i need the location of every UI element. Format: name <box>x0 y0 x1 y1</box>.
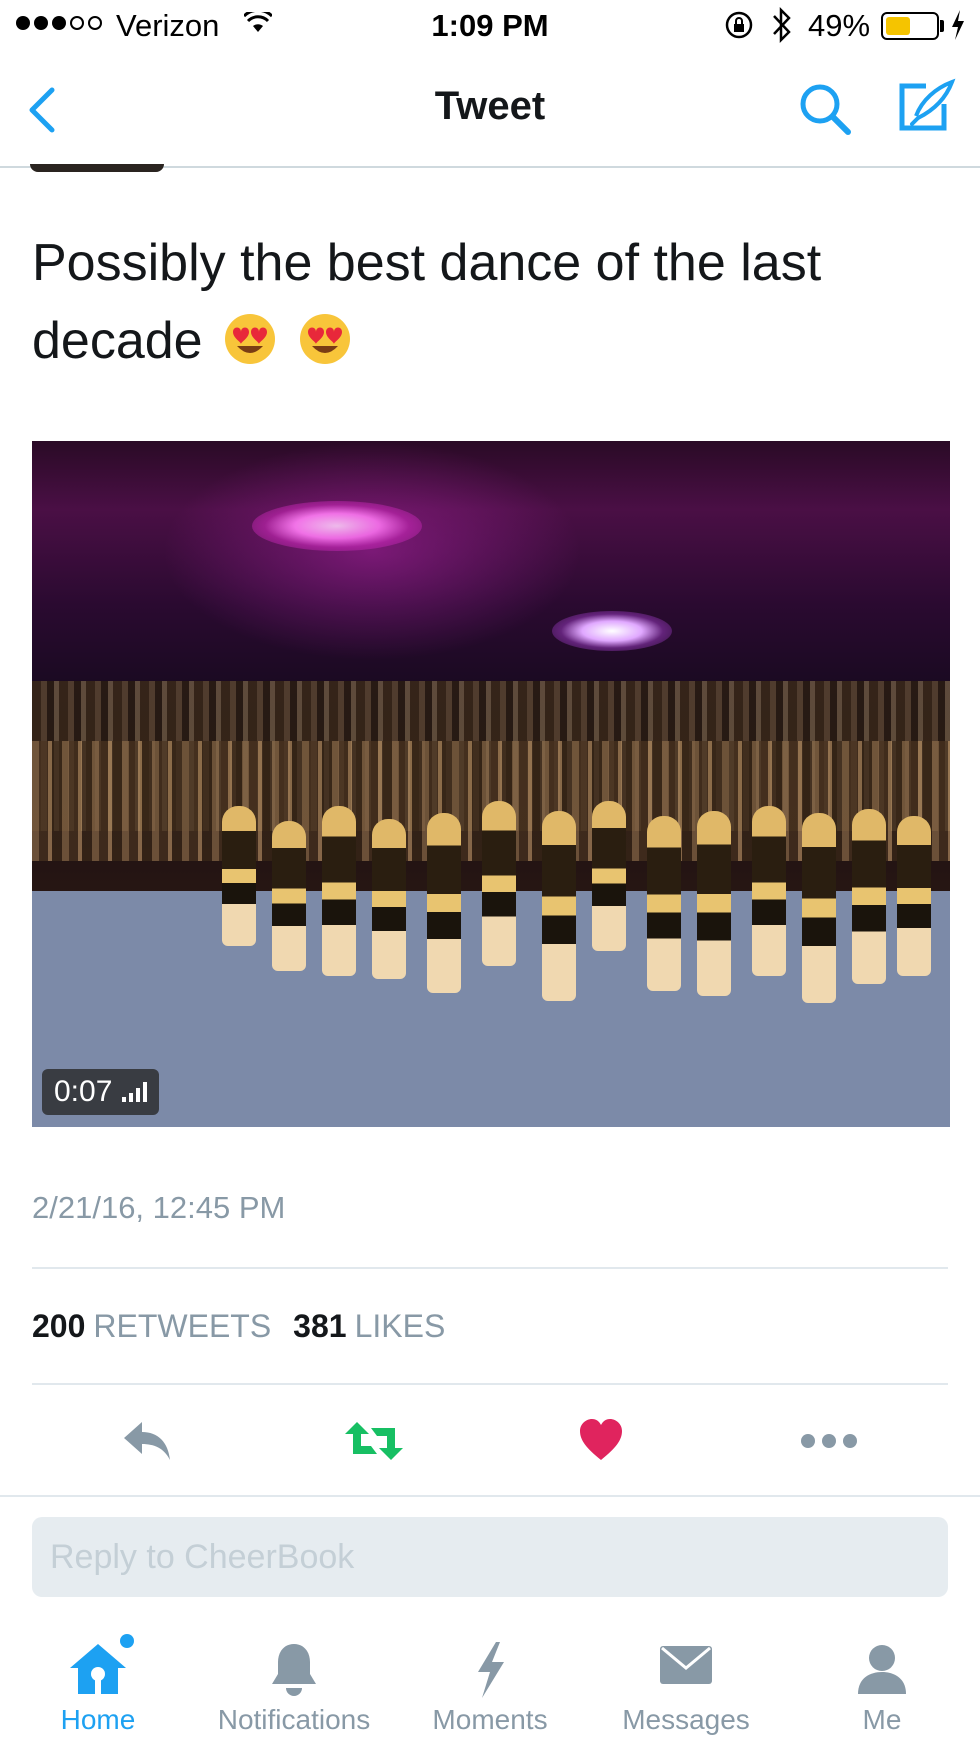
bluetooth-icon <box>773 6 791 44</box>
tweet-text: Possibly the best dance of the last deca… <box>32 224 852 380</box>
envelope-icon <box>660 1646 712 1684</box>
lightning-icon <box>478 1642 504 1698</box>
tab-label-notifications: Notifications <box>217 1704 371 1735</box>
video-duration-badge: 0:07 <box>42 1069 160 1115</box>
divider <box>0 1495 980 1497</box>
tab-label-home: Home <box>60 1704 136 1735</box>
tweet-body: Possibly the best dance of the last deca… <box>32 234 822 370</box>
person-icon <box>858 1645 906 1694</box>
divider <box>32 1267 948 1269</box>
tab-label-me: Me <box>862 1704 902 1735</box>
navigation-bar: Tweet <box>0 54 980 168</box>
retweets-count[interactable]: 200 <box>32 1308 85 1345</box>
search-icon[interactable] <box>796 80 856 140</box>
likes-label[interactable]: LIKES <box>355 1308 446 1345</box>
signal-bars-icon <box>122 1082 148 1102</box>
video-duration: 0:07 <box>54 1075 113 1108</box>
bell-icon <box>272 1644 316 1696</box>
tab-bar: Home Notifications Moments Messages Me <box>0 1620 980 1743</box>
avatar[interactable] <box>30 164 164 172</box>
tab-label-moments: Moments <box>432 1704 548 1735</box>
retweet-icon[interactable] <box>343 1418 405 1464</box>
tab-label-messages: Messages <box>622 1704 750 1735</box>
orientation-lock-icon <box>725 11 753 39</box>
battery-icon <box>881 12 939 40</box>
video-player[interactable]: 0:07 <box>32 441 950 1127</box>
reply-box[interactable] <box>32 1517 948 1597</box>
tweet-stats: 200 RETWEETS 381 LIKES <box>32 1308 459 1345</box>
heart-eyes-emoji <box>299 314 350 364</box>
divider <box>32 1383 948 1385</box>
reply-input[interactable] <box>48 1536 932 1578</box>
tab-messages[interactable]: Messages <box>588 1620 784 1743</box>
tab-me[interactable]: Me <box>784 1620 980 1743</box>
new-content-dot <box>120 1634 134 1648</box>
compose-icon[interactable] <box>896 76 956 136</box>
likes-count[interactable]: 381 <box>293 1308 346 1345</box>
tab-home[interactable]: Home <box>0 1620 196 1743</box>
heart-eyes-emoji <box>225 314 276 364</box>
status-bar: Verizon 1:09 PM 49% <box>0 0 980 54</box>
charging-bolt-icon <box>952 10 964 40</box>
home-icon <box>70 1644 126 1694</box>
more-dots-icon[interactable] <box>800 1418 858 1464</box>
reply-icon[interactable] <box>120 1418 174 1464</box>
tab-notifications[interactable]: Notifications <box>196 1620 392 1743</box>
tweet-timestamp: 2/21/16, 12:45 PM <box>32 1190 286 1225</box>
battery-percent: 49% <box>808 8 871 43</box>
retweets-label[interactable]: RETWEETS <box>93 1308 271 1345</box>
heart-icon[interactable] <box>578 1418 624 1462</box>
tab-moments[interactable]: Moments <box>392 1620 588 1743</box>
